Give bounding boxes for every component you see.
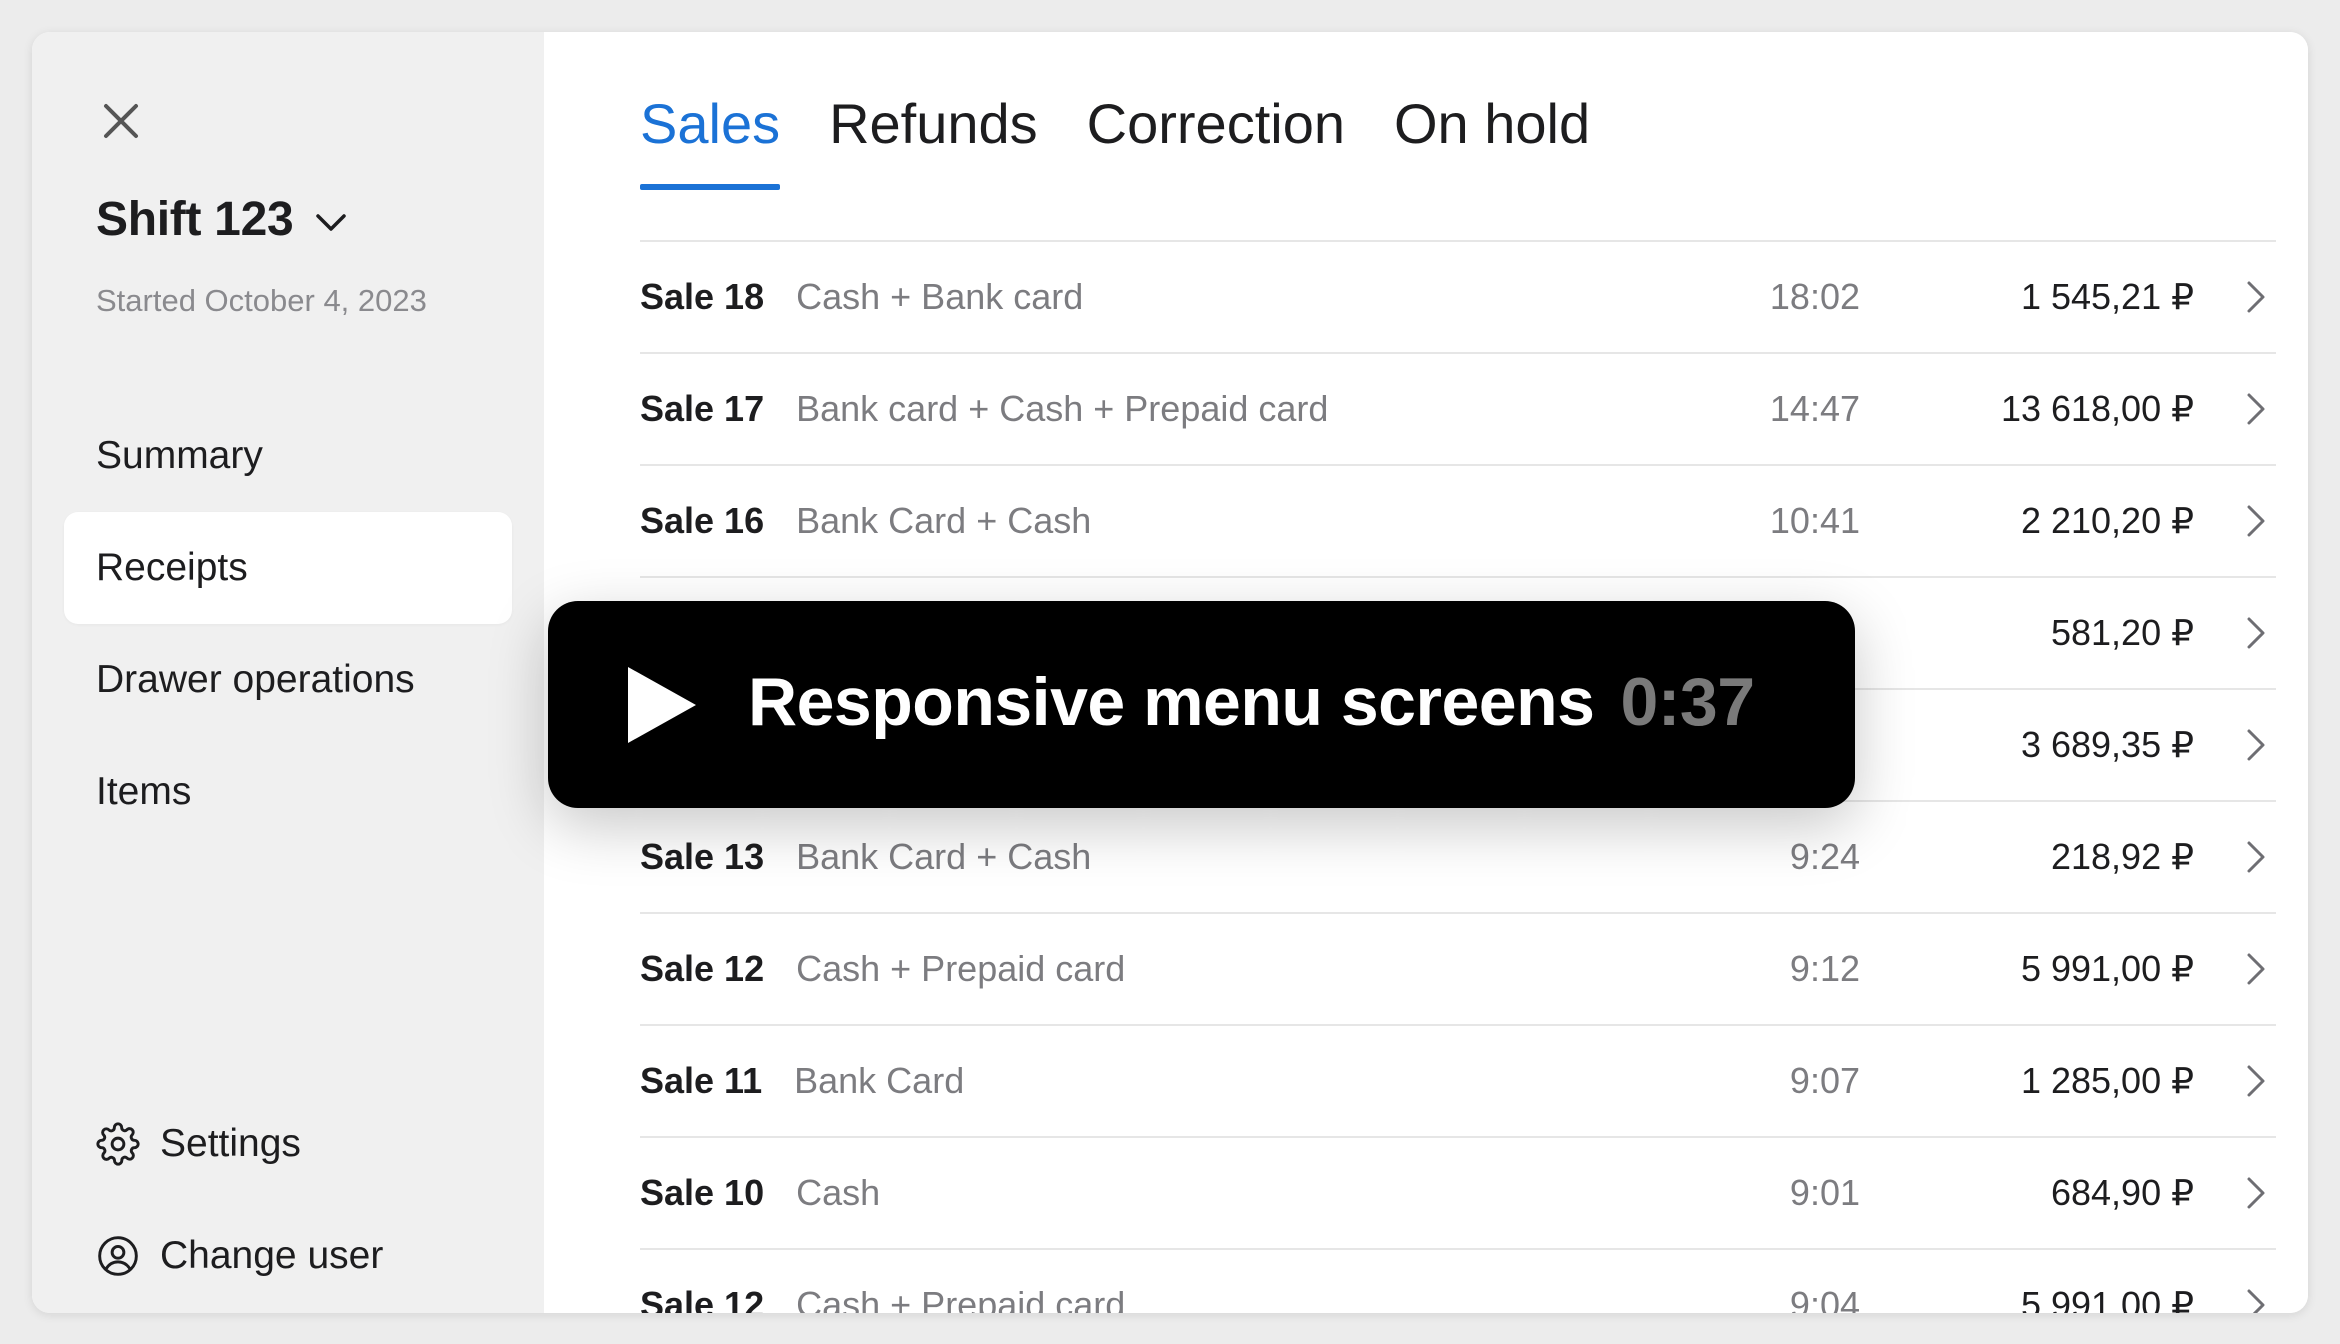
gear-icon <box>96 1122 140 1166</box>
tab-sales[interactable]: Sales <box>640 88 781 190</box>
receipt-time: 9:24 <box>1789 836 1860 877</box>
chevron-right-icon <box>2246 1176 2266 1210</box>
chevron-right-icon <box>2246 840 2266 874</box>
sidebar-item-drawer-operations[interactable]: Drawer operations <box>64 624 512 736</box>
receipt-name: Sale 13 <box>640 836 765 877</box>
receipt-row[interactable]: Sale 12 Cash + Prepaid card 9:12 5 991,00 ₽ <box>640 914 2276 1026</box>
receipt-amount: 684,90 ₽ <box>2050 1172 2194 1213</box>
receipt-row[interactable]: Sale 10 Cash 9:01 684,90 ₽ <box>640 1138 2276 1250</box>
receipt-name: Sale 17 <box>640 388 765 429</box>
shift-title: Shift 123 <box>96 193 294 246</box>
receipt-name: Sale 12 <box>640 948 765 989</box>
video-play-button[interactable]: Responsive menu screens 0:37 <box>548 601 1855 808</box>
receipt-amount: 13 618,00 ₽ <box>2000 388 2194 429</box>
chevron-right-icon <box>2246 616 2266 650</box>
receipt-row[interactable]: Sale 17 Bank card + Cash + Prepaid card 14… <box>640 354 2276 466</box>
tab-on-hold[interactable]: On hold <box>1394 88 1590 190</box>
receipt-amount: 5 991,00 ₽ <box>2020 948 2194 989</box>
chevron-right-icon <box>2246 280 2266 314</box>
sidebar-item-receipts[interactable]: Receipts <box>64 512 512 624</box>
shift-selector[interactable]: Shift 123 <box>96 192 347 247</box>
receipt-amount: 3 689,35 ₽ <box>2020 724 2194 765</box>
receipt-time: 9:07 <box>1789 1060 1860 1101</box>
receipt-tabs: Sales Refunds Correction On hold <box>640 88 1590 190</box>
sidebar-item-label: Receipts <box>96 546 248 589</box>
chevron-right-icon <box>2246 1288 2266 1313</box>
receipt-payment-method: Bank Card <box>794 1060 965 1101</box>
chevron-right-icon <box>2246 952 2266 986</box>
sidebar-item-items[interactable]: Items <box>64 736 512 848</box>
receipt-amount: 1 545,21 ₽ <box>2020 276 2194 317</box>
chevron-right-icon <box>2246 728 2266 762</box>
settings-label: Settings <box>160 1122 301 1165</box>
receipt-name: Sale 18 <box>640 276 765 317</box>
app-window: Shift 123 Started October 4, 2023 Summar… <box>32 32 2308 1313</box>
receipt-row[interactable]: Sale 13 Bank Card + Cash 9:24 218,92 ₽ <box>640 802 2276 914</box>
close-icon <box>104 104 138 138</box>
receipt-payment-method: Bank Card + Cash <box>796 836 1092 877</box>
receipt-time: 14:47 <box>1769 388 1860 429</box>
sidebar-item-label: Drawer operations <box>96 658 415 701</box>
receipt-time: 18:02 <box>1769 276 1860 317</box>
receipt-amount: 5 991,00 ₽ <box>2020 1284 2194 1313</box>
receipt-name: Sale 16 <box>640 500 765 541</box>
video-duration: 0:37 <box>1620 664 1755 740</box>
receipt-amount: 581,20 ₽ <box>2050 612 2194 653</box>
sidebar: Shift 123 Started October 4, 2023 Summar… <box>32 32 544 1313</box>
receipt-name: Sale 12 <box>640 1284 765 1313</box>
tab-correction[interactable]: Correction <box>1087 88 1345 190</box>
chevron-down-icon <box>315 213 347 233</box>
receipt-row[interactable]: Sale 12 Cash + Prepaid card 9:04 5 991,00 ₽ <box>640 1250 2276 1313</box>
shift-start-date: Started October 4, 2023 <box>96 283 427 318</box>
settings-button[interactable]: Settings <box>96 1088 496 1200</box>
play-icon <box>626 665 698 745</box>
receipt-time: 10:41 <box>1769 500 1860 541</box>
video-title-text: Responsive menu screens <box>748 664 1595 740</box>
sidebar-nav: Summary Receipts Drawer operations Items <box>64 400 512 848</box>
receipt-row[interactable]: Sale 18 Cash + Bank card 18:02 1 545,21 ₽ <box>640 242 2276 354</box>
receipt-amount: 1 285,00 ₽ <box>2020 1060 2194 1101</box>
receipt-amount: 218,92 ₽ <box>2050 836 2194 877</box>
sidebar-item-label: Items <box>96 770 192 813</box>
chevron-right-icon <box>2246 1064 2266 1098</box>
receipt-name: Sale 11 <box>640 1060 763 1101</box>
receipt-row[interactable]: Sale 11 Bank Card 9:07 1 285,00 ₽ <box>640 1026 2276 1138</box>
close-button[interactable] <box>94 94 148 148</box>
receipt-time: 9:01 <box>1789 1172 1860 1213</box>
chevron-right-icon <box>2246 392 2266 426</box>
sidebar-item-summary[interactable]: Summary <box>64 400 512 512</box>
sidebar-footer: Settings Change user <box>96 1088 496 1312</box>
receipt-payment-method: Cash + Prepaid card <box>796 1284 1126 1313</box>
chevron-right-icon <box>2246 504 2266 538</box>
sidebar-item-label: Summary <box>96 434 263 477</box>
change-user-label: Change user <box>160 1234 384 1277</box>
receipt-name: Sale 10 <box>640 1172 765 1213</box>
receipt-time: 9:04 <box>1789 1284 1860 1313</box>
receipt-amount: 2 210,20 ₽ <box>2020 500 2194 541</box>
tab-refunds[interactable]: Refunds <box>829 88 1038 190</box>
receipt-payment-method: Cash + Prepaid card <box>796 948 1126 989</box>
receipt-payment-method: Cash <box>796 1172 881 1213</box>
receipt-time: 9:12 <box>1789 948 1860 989</box>
receipt-payment-method: Cash + Bank card <box>796 276 1084 317</box>
user-circle-icon <box>96 1234 140 1278</box>
receipt-payment-method: Bank Card + Cash <box>796 500 1092 541</box>
receipt-row[interactable]: Sale 16 Bank Card + Cash 10:41 2 210,20 ₽ <box>640 466 2276 578</box>
receipt-payment-method: Bank card + Cash + Prepaid card <box>796 388 1329 429</box>
video-title: Responsive menu screens 0:37 <box>748 663 1755 741</box>
change-user-button[interactable]: Change user <box>96 1200 496 1312</box>
